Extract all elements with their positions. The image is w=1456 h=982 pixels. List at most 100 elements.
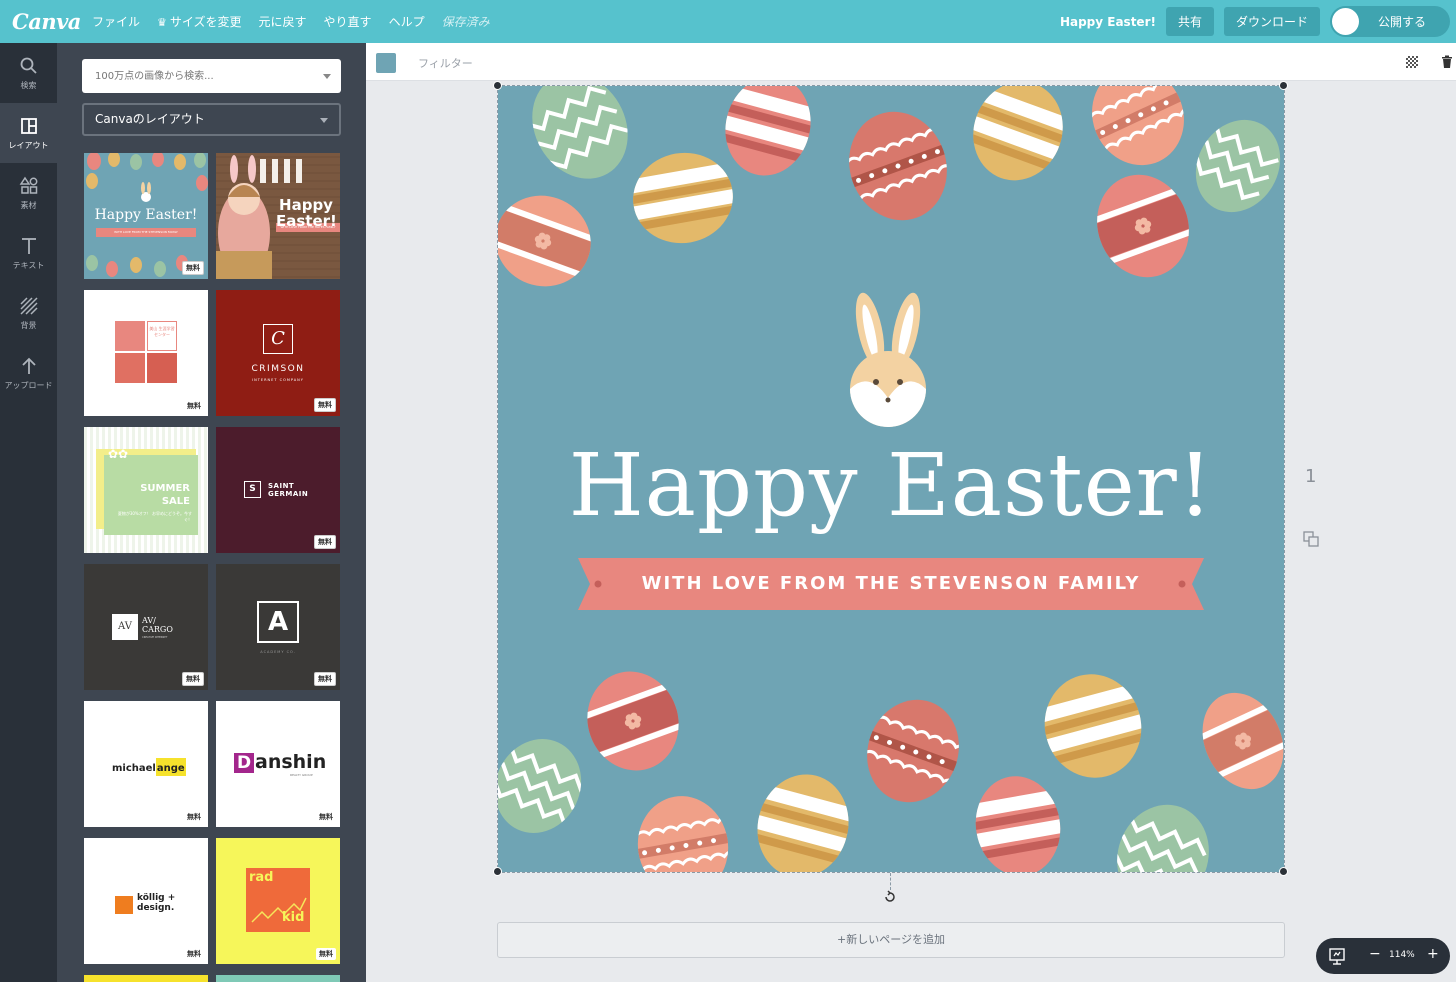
layout-panel: Canvaのレイアウト Happy Easter! WITH LOVE FROM… — [57, 43, 366, 982]
publish-button[interactable]: 公開する — [1330, 6, 1450, 37]
resize-handle-top-right[interactable] — [1279, 81, 1288, 90]
crimson-logo-mark: C — [263, 324, 293, 354]
resize-handle-bottom-left[interactable] — [493, 867, 502, 876]
zoom-in-button[interactable]: + — [1427, 946, 1439, 962]
layout-thumb-michaelange[interactable]: michaelange 無料 — [84, 701, 208, 827]
easter-egg — [971, 776, 1064, 872]
menu-file[interactable]: ファイル — [92, 13, 140, 30]
layout-thumb-squares[interactable]: 美山 生涯学習 センター 無料 — [84, 290, 208, 416]
layout-thumb-av-cargo[interactable]: AV AV/ CARGO CREATIVE INTERNET 無料 — [84, 564, 208, 690]
rail-search[interactable]: 検索 — [0, 43, 57, 103]
add-page-button[interactable]: +新しいページを追加 — [497, 922, 1285, 958]
easter-egg — [629, 152, 737, 244]
search-dropdown-icon[interactable] — [323, 74, 331, 79]
thumb-easter-sub: WITH LOVE FROM THE STEVENSON FAMILY — [114, 230, 178, 234]
rail-search-label: 検索 — [20, 80, 37, 90]
image-search-input[interactable] — [82, 59, 312, 93]
rail-layout[interactable]: レイアウト — [0, 103, 57, 163]
free-badge: 無料 — [182, 261, 204, 275]
free-badge: 無料 — [184, 400, 204, 412]
zoom-out-button[interactable]: − — [1369, 946, 1381, 962]
thumb-michael-accent: ange — [155, 758, 186, 776]
rail-text-label: テキスト — [12, 260, 45, 270]
search-icon — [20, 57, 37, 74]
layout-thumb-crimson[interactable]: C CRIMSON INTERNET COMPANY 無料 — [216, 290, 340, 416]
free-badge: 無料 — [184, 948, 204, 960]
layout-thumb-easter-1[interactable]: Happy Easter! WITH LOVE FROM THE STEVENS… — [84, 153, 208, 279]
thumb-michael-title: michaelange — [112, 758, 186, 776]
layout-thumb-easter-2[interactable]: Happy Easter! WITH LOVE FROM THE HAYES F… — [216, 153, 340, 279]
thumb-av-title: AV/ CARGO — [142, 616, 173, 634]
duplicate-page-icon[interactable] — [1302, 530, 1320, 548]
thumb-av-sub: CREATIVE INTERNET — [142, 636, 168, 639]
thumb-crimson-title: CRIMSON — [251, 364, 305, 374]
document-title[interactable]: Happy Easter! — [1060, 15, 1156, 29]
top-bar: Canva ファイル ♛ サイズを変更 元に戻す やり直す ヘルプ 保存済み Ha… — [0, 0, 1456, 43]
left-rail: 検索 レイアウト 素材 テキスト 背景 アップロード — [0, 43, 57, 982]
rail-background[interactable]: 背景 — [0, 283, 57, 343]
easter-egg — [498, 739, 584, 833]
topbar-actions: Happy Easter! 共有 ダウンロード 公開する — [1060, 0, 1456, 43]
free-badge: 無料 — [182, 672, 204, 686]
flower-icon: ✿✿ — [108, 447, 129, 461]
thumb-rad-title: rad — [249, 870, 274, 885]
easter-egg — [720, 86, 817, 176]
easter-egg — [863, 699, 971, 803]
layout-thumb-rad-kid[interactable]: rad kid 無料 — [216, 838, 340, 964]
layout-icon — [20, 117, 37, 134]
kollig-mark — [115, 896, 133, 914]
layout-thumb-saint-germain[interactable]: S SAINT GERMAIN 無料 — [216, 427, 340, 553]
headline-text[interactable]: Happy Easter! — [498, 436, 1284, 536]
menu-resize[interactable]: ♛ サイズを変更 — [157, 13, 242, 30]
thumb-square-shape — [115, 353, 145, 383]
canva-logo[interactable]: Canva — [12, 9, 92, 34]
free-badge: 無料 — [314, 398, 336, 412]
academy-mark: A — [257, 601, 299, 643]
design-canvas[interactable]: Happy Easter! WITH LOVE FROM THE STEVENS… — [498, 86, 1284, 872]
easter-egg — [498, 195, 596, 287]
thumb-danshin-title: anshin — [255, 751, 327, 773]
layout-thumb-summer-sale[interactable]: ✿✿ SUMMER SALE 夏物が30%オフ！ お早めにどうぞ。今すぐ！ — [84, 427, 208, 553]
crown-icon: ♛ — [157, 16, 167, 29]
layout-thumb-danshin[interactable]: D anshin REALTY GROUP 無料 — [216, 701, 340, 827]
easter-egg — [1194, 119, 1281, 213]
share-button[interactable]: 共有 — [1165, 7, 1214, 36]
rail-upload[interactable]: アップロード — [0, 343, 57, 403]
zoom-control: − 114% + — [1316, 938, 1450, 974]
easter-egg — [526, 86, 629, 179]
thumb-kollig-title: köllig + design. — [137, 893, 176, 913]
easter-egg — [634, 796, 736, 872]
publish-toggle-knob — [1332, 8, 1359, 35]
menu-undo[interactable]: 元に戻す — [259, 13, 307, 30]
free-badge: 無料 — [316, 948, 336, 960]
menu-resize-label: サイズを変更 — [169, 15, 242, 29]
layout-thumb-partial[interactable] — [84, 975, 208, 982]
download-button[interactable]: ダウンロード — [1223, 7, 1320, 36]
rotate-icon[interactable] — [883, 890, 897, 904]
resize-handle-top-left[interactable] — [493, 81, 502, 90]
image-search-box[interactable] — [82, 59, 341, 93]
rail-elements-label: 素材 — [20, 200, 37, 210]
filter-button[interactable]: フィルター — [418, 55, 473, 71]
zoom-level[interactable]: 114% — [1389, 950, 1415, 960]
layout-source-select[interactable]: Canvaのレイアウト — [82, 103, 341, 136]
trash-icon[interactable] — [1440, 55, 1454, 69]
thumb-saint-title: SAINT GERMAIN — [268, 482, 309, 498]
present-icon[interactable] — [1328, 947, 1346, 965]
ribbon-text[interactable]: WITH LOVE FROM THE STEVENSON FAMILY — [578, 558, 1204, 610]
layout-thumb-partial[interactable] — [216, 975, 340, 982]
rail-text[interactable]: テキスト — [0, 223, 57, 283]
easter-egg — [1092, 174, 1194, 278]
rail-layout-label: レイアウト — [8, 140, 49, 150]
menu-redo[interactable]: やり直す — [324, 13, 372, 30]
transparency-icon[interactable] — [1406, 56, 1418, 68]
menu-help[interactable]: ヘルプ — [389, 13, 425, 30]
color-swatch[interactable] — [376, 53, 396, 73]
thumb-kid-title: kid — [282, 910, 305, 925]
easter-egg — [582, 671, 684, 771]
rail-elements[interactable]: 素材 — [0, 163, 57, 223]
layout-thumb-kollig[interactable]: köllig + design. 無料 — [84, 838, 208, 964]
layout-thumb-academy[interactable]: A ACADEMY CO. 無料 — [216, 564, 340, 690]
resize-handle-bottom-right[interactable] — [1279, 867, 1288, 876]
elements-icon — [19, 176, 37, 194]
